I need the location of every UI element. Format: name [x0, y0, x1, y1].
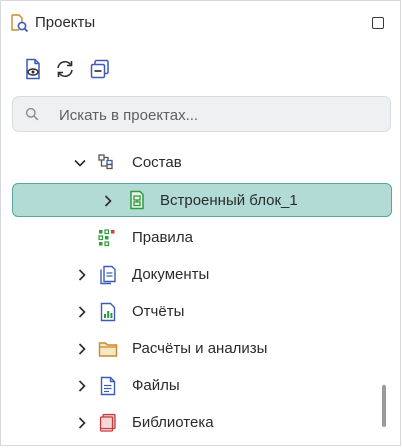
chevron-right-icon[interactable] [75, 416, 89, 430]
tree-item-embedded-block[interactable]: Встроенный блок_1 [12, 183, 392, 217]
folder-icon [98, 339, 118, 359]
structure-icon [97, 153, 117, 173]
refresh-icon [54, 58, 76, 85]
tree-item-files[interactable]: Файлы [1, 368, 400, 404]
tree-item-documents[interactable]: Документы [1, 257, 400, 293]
rules-icon [97, 228, 117, 248]
maximize-icon[interactable] [372, 17, 384, 29]
project-search-icon [9, 13, 29, 33]
tree-item-reports[interactable]: Отчёты [1, 294, 400, 330]
view-document-icon [23, 58, 43, 85]
tree-item-label: Документы [132, 266, 210, 283]
panel-title: Проекты [35, 14, 96, 31]
chevron-right-icon[interactable] [75, 268, 89, 282]
chevron-right-icon[interactable] [75, 379, 89, 393]
search-icon [25, 107, 39, 121]
collapse-all-button[interactable] [87, 57, 113, 85]
chevron-right-icon[interactable] [101, 194, 115, 208]
panel-toolbar [1, 57, 400, 87]
tree-item-label: Отчёты [132, 303, 185, 320]
library-icon [98, 413, 118, 433]
chevron-right-icon[interactable] [75, 305, 89, 319]
chevron-right-icon[interactable] [75, 342, 89, 356]
collapse-all-icon [89, 58, 111, 85]
projects-panel: Проекты Искать в проектах... Состав Встр… [0, 0, 401, 446]
refresh-button[interactable] [52, 57, 78, 85]
panel-header: Проекты [1, 1, 400, 45]
view-document-button[interactable] [20, 57, 46, 85]
vertical-scrollbar[interactable] [382, 385, 386, 427]
tree-item-label: Встроенный блок_1 [160, 192, 298, 209]
tree-item-calculations[interactable]: Расчёты и анализы [1, 331, 400, 367]
files-icon [98, 376, 118, 396]
chevron-down-icon[interactable] [73, 156, 87, 170]
tree-item-label: Библиотека [132, 414, 214, 431]
tree-item-structure[interactable]: Состав [1, 145, 400, 181]
search-box[interactable] [12, 96, 391, 132]
tree-item-label: Файлы [132, 377, 180, 394]
reports-icon [98, 302, 118, 322]
tree-item-library[interactable]: Библиотека [1, 405, 400, 441]
tree-item-label: Состав [132, 154, 182, 171]
tree-item-label: Правила [132, 229, 193, 246]
tree-item-rules[interactable]: Правила [1, 220, 400, 256]
tree-item-label: Расчёты и анализы [132, 340, 268, 357]
search-input[interactable] [57, 103, 381, 127]
documents-icon [98, 265, 118, 285]
embedded-block-icon [127, 190, 147, 210]
